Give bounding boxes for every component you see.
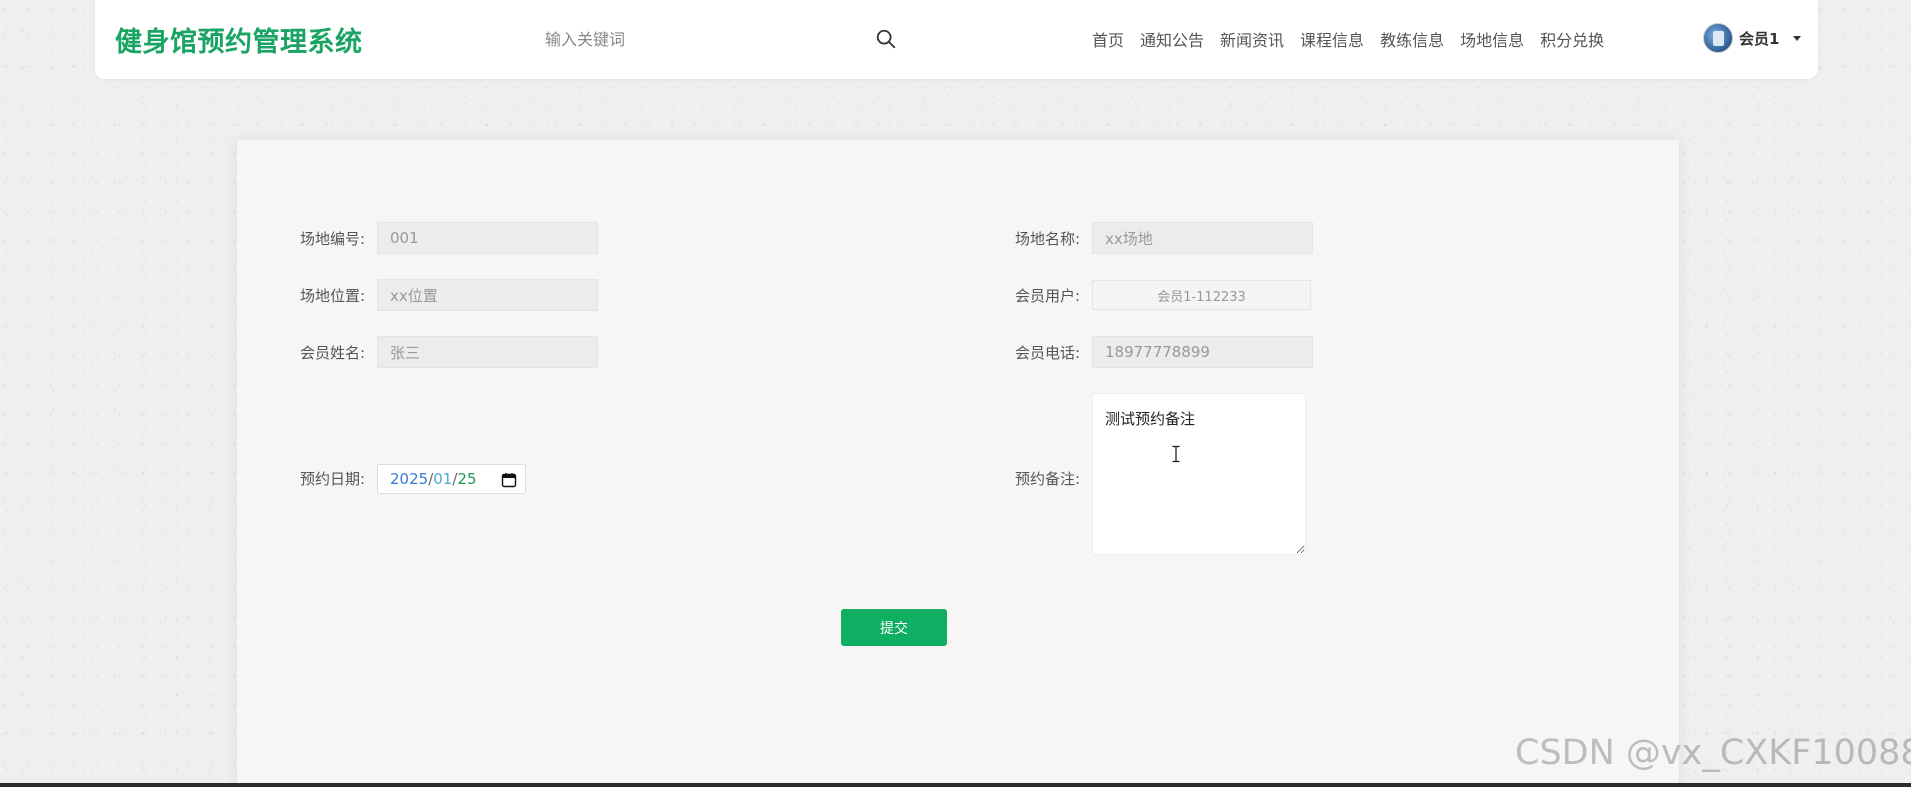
booking-form: 场地编号: 场地名称: 场地位置: 会员用户: 会员姓名: 会员电话: 预约日期… xyxy=(237,140,1679,787)
nav-item-courses[interactable]: 课程信息 xyxy=(1300,27,1364,51)
search-input[interactable] xyxy=(545,22,855,56)
nav-item-coaches[interactable]: 教练信息 xyxy=(1380,27,1444,51)
watermark: CSDN @vx_CXKF10088 xyxy=(1515,733,1911,773)
member-phone-field[interactable] xyxy=(1092,336,1313,368)
bottom-bar xyxy=(0,783,1911,787)
nav-item-news[interactable]: 新闻资讯 xyxy=(1220,27,1284,51)
venue-no-field[interactable] xyxy=(377,222,598,254)
avatar[interactable] xyxy=(1703,23,1733,53)
venue-no-label: 场地编号: xyxy=(299,230,365,248)
member-name-label: 会员姓名: xyxy=(299,344,365,362)
remark-textarea[interactable]: 测试预约备注 xyxy=(1092,393,1306,555)
nav-item-home[interactable]: 首页 xyxy=(1092,27,1124,51)
site-logo[interactable]: 健身馆预约管理系统 xyxy=(115,20,363,59)
booking-date-input[interactable]: 2025/01/25 xyxy=(377,464,526,494)
text-cursor-icon xyxy=(1172,445,1180,463)
nav-item-points[interactable]: 积分兑换 xyxy=(1540,27,1604,51)
date-year[interactable]: 2025 xyxy=(390,470,428,488)
venue-location-field[interactable] xyxy=(377,279,598,311)
main-nav: 首页 通知公告 新闻资讯 课程信息 教练信息 场地信息 积分兑换 xyxy=(1092,27,1604,51)
search-icon[interactable] xyxy=(875,28,897,50)
date-day[interactable]: 25 xyxy=(457,470,476,488)
username[interactable]: 会员1 xyxy=(1739,28,1779,49)
venue-name-field[interactable] xyxy=(1092,222,1313,254)
booking-date-label: 预约日期: xyxy=(299,470,365,488)
remark-label: 预约备注: xyxy=(1014,470,1080,488)
top-header: 健身馆预约管理系统 首页 通知公告 新闻资讯 课程信息 教练信息 场地信息 积分… xyxy=(95,0,1818,79)
member-phone-label: 会员电话: xyxy=(1014,344,1080,362)
date-month[interactable]: 01 xyxy=(433,470,452,488)
member-name-field[interactable] xyxy=(377,336,598,368)
submit-button[interactable]: 提交 xyxy=(841,609,947,646)
nav-item-venues[interactable]: 场地信息 xyxy=(1460,27,1524,51)
nav-item-notice[interactable]: 通知公告 xyxy=(1140,27,1204,51)
member-user-label: 会员用户: xyxy=(1014,287,1080,305)
venue-location-label: 场地位置: xyxy=(299,287,365,305)
calendar-icon[interactable] xyxy=(501,472,517,488)
search-bar xyxy=(545,22,905,56)
member-user-select[interactable] xyxy=(1092,280,1311,310)
venue-name-label: 场地名称: xyxy=(1014,230,1080,248)
user-menu[interactable]: 会员1 xyxy=(1703,22,1802,54)
chevron-down-icon[interactable] xyxy=(1793,35,1802,41)
